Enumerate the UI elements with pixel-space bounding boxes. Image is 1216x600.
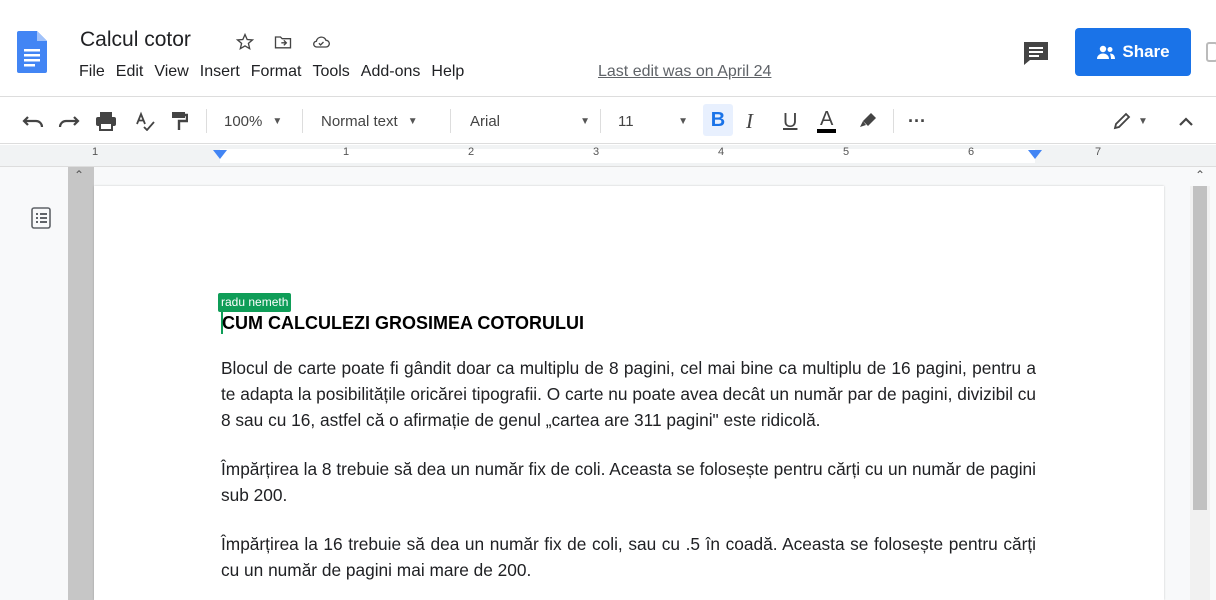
chevron-up-icon[interactable]: ⌃ bbox=[74, 168, 84, 182]
app-header: Calcul cotor File Edit View Insert Forma… bbox=[0, 0, 1216, 96]
hide-menus-icon[interactable] bbox=[1178, 97, 1194, 145]
highlight-icon[interactable] bbox=[858, 97, 878, 145]
paint-format-icon[interactable] bbox=[170, 97, 188, 145]
chevron-down-icon: ▼ bbox=[678, 115, 688, 127]
menu-insert[interactable]: Insert bbox=[200, 63, 240, 81]
ruler-number: 3 bbox=[593, 146, 600, 158]
menu-edit[interactable]: Edit bbox=[116, 63, 144, 81]
underline-button[interactable]: U bbox=[783, 97, 797, 145]
font-size-value: 11 bbox=[618, 112, 634, 130]
collaborator-cursor-label: radu nemeth bbox=[218, 293, 292, 312]
zoom-value: 100% bbox=[224, 112, 263, 130]
ruler-number: 7 bbox=[1095, 146, 1102, 158]
toolbar-separator bbox=[302, 109, 303, 133]
google-docs-logo-icon[interactable] bbox=[17, 28, 47, 76]
paragraph[interactable]: Blocul de carte poate fi gândit doar ca … bbox=[221, 355, 1036, 433]
ruler-number: 6 bbox=[968, 146, 975, 158]
font-select[interactable]: Arial ▼ bbox=[470, 97, 590, 145]
zoom-select[interactable]: 100% ▼ bbox=[224, 97, 282, 145]
chevron-down-icon: ▼ bbox=[407, 115, 418, 127]
move-to-folder-icon[interactable] bbox=[271, 30, 295, 54]
chevron-down-icon: ▼ bbox=[1138, 115, 1148, 127]
style-value: Normal text bbox=[321, 112, 398, 130]
toolbar-separator bbox=[893, 109, 894, 133]
paragraph[interactable]: Împărțirea la 16 trebuie să dea un număr… bbox=[221, 531, 1036, 583]
star-icon[interactable] bbox=[233, 30, 257, 54]
right-indent-marker[interactable] bbox=[1028, 150, 1042, 159]
font-size-select[interactable]: 11 ▼ bbox=[618, 97, 688, 145]
title-actions bbox=[233, 30, 333, 54]
account-icon[interactable] bbox=[1206, 42, 1216, 62]
document-title[interactable]: Calcul cotor bbox=[80, 28, 191, 52]
bold-button[interactable]: B bbox=[703, 104, 733, 136]
left-indent-marker[interactable] bbox=[213, 150, 227, 159]
toolbar-separator bbox=[600, 109, 601, 133]
italic-button[interactable]: I bbox=[746, 97, 753, 145]
left-margin-strip bbox=[68, 167, 94, 600]
print-icon[interactable] bbox=[95, 97, 117, 145]
font-value: Arial bbox=[470, 112, 501, 130]
last-edit-link[interactable]: Last edit was on April 24 bbox=[598, 63, 771, 81]
menu-file[interactable]: File bbox=[79, 63, 105, 81]
scrollbar-thumb[interactable] bbox=[1193, 186, 1207, 510]
ruler-number: 5 bbox=[843, 146, 850, 158]
people-icon bbox=[1097, 45, 1116, 59]
paragraph[interactable]: Împărțirea la 8 trebuie să dea un număr … bbox=[221, 456, 1036, 508]
text-color-button[interactable]: A bbox=[817, 97, 837, 145]
redo-icon[interactable] bbox=[58, 97, 80, 145]
editing-mode-icon[interactable]: ▼ bbox=[1112, 97, 1148, 145]
menu-help[interactable]: Help bbox=[431, 63, 464, 81]
more-options-button[interactable]: ··· bbox=[908, 97, 926, 145]
share-button[interactable]: Share bbox=[1075, 28, 1191, 76]
menu-bar: File Edit View Insert Format Tools Add-o… bbox=[79, 63, 475, 81]
undo-icon[interactable] bbox=[22, 97, 44, 145]
text-color-label: A bbox=[817, 109, 837, 133]
ruler-number: 2 bbox=[468, 146, 475, 158]
spellcheck-icon[interactable] bbox=[135, 97, 155, 145]
ruler-number: 1 bbox=[343, 146, 350, 158]
ruler-number: 4 bbox=[718, 146, 725, 158]
menu-tools[interactable]: Tools bbox=[312, 63, 349, 81]
menu-view[interactable]: View bbox=[154, 63, 188, 81]
ruler-number: 1 bbox=[92, 146, 99, 158]
comment-history-icon[interactable] bbox=[1021, 40, 1051, 66]
scroll-up-arrow-icon[interactable]: ⌃ bbox=[1195, 168, 1205, 182]
formatting-toolbar: 100% ▼ Normal text ▼ Arial ▼ 11 ▼ I U A ··· … bbox=[0, 96, 1216, 144]
chevron-down-icon: ▼ bbox=[272, 115, 283, 127]
chevron-down-icon: ▼ bbox=[580, 115, 590, 127]
toolbar-separator bbox=[206, 109, 207, 133]
document-outline-icon[interactable] bbox=[31, 207, 51, 229]
document-heading[interactable]: CUM CALCULEZI GROSIMEA COTORULUI bbox=[222, 313, 584, 334]
menu-addons[interactable]: Add-ons bbox=[361, 63, 421, 81]
share-label: Share bbox=[1122, 42, 1170, 61]
cloud-saved-icon[interactable] bbox=[309, 30, 333, 54]
style-select[interactable]: Normal text ▼ bbox=[321, 97, 418, 145]
toolbar-separator bbox=[450, 109, 451, 133]
menu-format[interactable]: Format bbox=[251, 63, 302, 81]
